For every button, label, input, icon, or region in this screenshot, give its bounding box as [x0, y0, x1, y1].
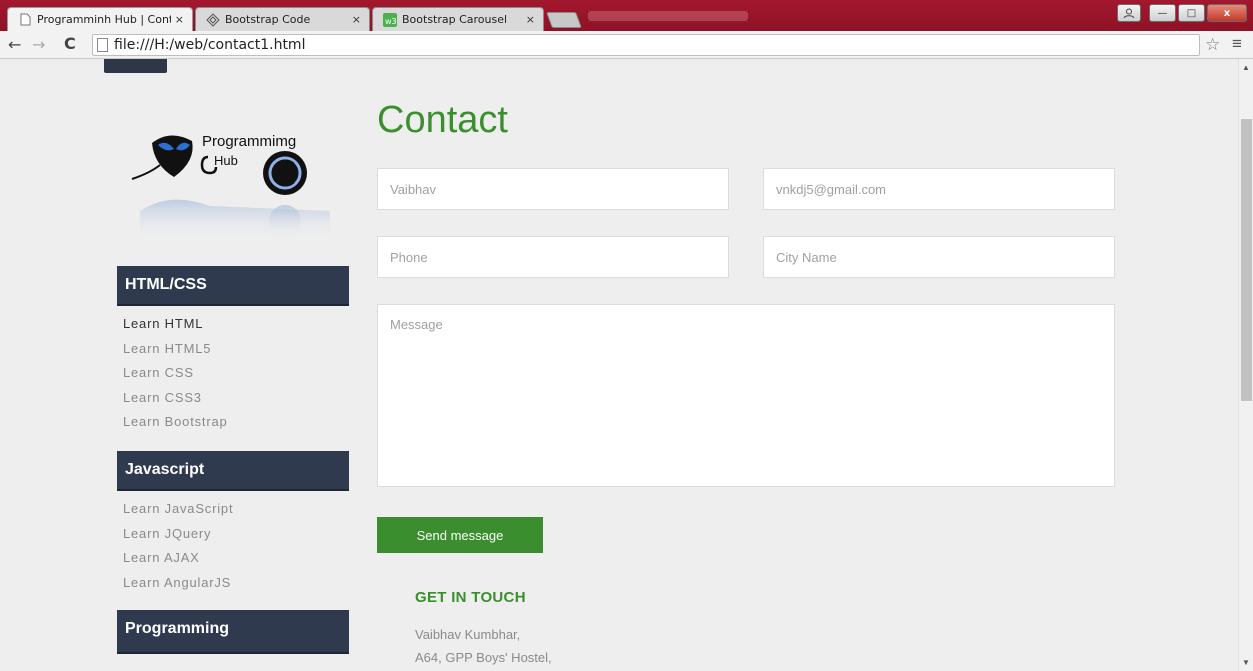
- bookmark-star-icon[interactable]: ☆: [1205, 35, 1220, 55]
- get-in-touch-heading: GET IN TOUCH: [415, 589, 526, 606]
- tab-close-icon[interactable]: ×: [175, 13, 184, 26]
- window-controls: — □ x: [1117, 4, 1247, 22]
- tab-bootstrap-code[interactable]: Bootstrap Code ×: [195, 7, 370, 31]
- page-viewport: Programmimg Hub HTML/CSS Learn HTML Lear…: [0, 59, 1238, 671]
- sidebar-heading-html-css: HTML/CSS: [117, 266, 349, 306]
- sidebar-list-html-css: Learn HTML Learn HTML5 Learn CSS Learn C…: [123, 316, 343, 439]
- name-field[interactable]: [377, 168, 729, 210]
- sidebar-item-learn-javascript[interactable]: Learn JavaScript: [123, 501, 343, 526]
- minimize-button[interactable]: —: [1149, 4, 1176, 22]
- close-window-button[interactable]: x: [1207, 4, 1247, 22]
- email-field[interactable]: [763, 168, 1115, 210]
- phone-field[interactable]: [377, 236, 729, 278]
- sidebar-item-learn-html[interactable]: Learn HTML: [123, 316, 343, 341]
- w3-icon: w3: [383, 12, 397, 27]
- page-title: Contact: [377, 99, 508, 141]
- sidebar-item-learn-css[interactable]: Learn CSS: [123, 365, 343, 390]
- sidebar-item-learn-angularjs[interactable]: Learn AngularJS: [123, 575, 343, 600]
- page-scrollbar[interactable]: ▲ ▼: [1238, 59, 1253, 671]
- tab-contact[interactable]: Programminh Hub | Conta ×: [7, 7, 193, 31]
- browser-tabstrip: Programminh Hub | Conta × Bootstrap Code…: [0, 0, 1253, 31]
- sidebar-item-learn-css3[interactable]: Learn CSS3: [123, 390, 343, 415]
- reload-icon[interactable]: C: [64, 34, 76, 53]
- tab-close-icon[interactable]: ×: [526, 13, 535, 26]
- address-line: Vaibhav Kumbhar,: [415, 627, 521, 642]
- sidebar-list-javascript: Learn JavaScript Learn JQuery Learn AJAX…: [123, 501, 343, 599]
- tab-bootstrap-carousel[interactable]: w3 Bootstrap Carousel ×: [372, 7, 544, 31]
- sidebar-item-learn-jquery[interactable]: Learn JQuery: [123, 526, 343, 551]
- message-field[interactable]: [377, 304, 1115, 487]
- back-arrow-icon[interactable]: ←: [8, 35, 21, 54]
- browser-toolbar: ← → C file:///H:/web/contact1.html ☆ ≡: [0, 31, 1253, 59]
- url-text: file:///H:/web/contact1.html: [114, 37, 306, 53]
- svg-text:w3: w3: [385, 17, 397, 26]
- programming-hub-logo[interactable]: Programmimg Hub: [130, 121, 340, 241]
- sidebar-item-learn-html5[interactable]: Learn HTML5: [123, 341, 343, 366]
- sidebar-heading-programming: Programming: [117, 610, 349, 654]
- new-tab-button[interactable]: [546, 12, 582, 28]
- send-message-button[interactable]: Send message: [377, 517, 543, 553]
- sidebar-item-learn-bootstrap[interactable]: Learn Bootstrap: [123, 414, 343, 439]
- tab-label: Programminh Hub | Conta: [37, 13, 171, 26]
- menu-icon[interactable]: ≡: [1232, 34, 1242, 54]
- sidebar-heading-javascript: Javascript: [117, 451, 349, 491]
- window-title: [588, 11, 748, 21]
- scroll-up-icon[interactable]: ▲: [1242, 63, 1250, 72]
- address-line: A64, GPP Boys' Hostel,: [415, 650, 552, 665]
- logo-text: Hub: [214, 153, 238, 168]
- city-field[interactable]: [763, 236, 1115, 278]
- page-icon: [97, 38, 108, 52]
- maximize-button[interactable]: □: [1178, 4, 1205, 22]
- scroll-thumb[interactable]: [1241, 119, 1252, 401]
- user-profile-icon[interactable]: [1117, 4, 1141, 22]
- forward-arrow-icon[interactable]: →: [32, 35, 45, 54]
- top-nav-tab[interactable]: [104, 59, 167, 73]
- page-icon: [18, 13, 32, 27]
- bootstrap-code-icon: [206, 12, 220, 27]
- tab-close-icon[interactable]: ×: [352, 13, 361, 26]
- address-bar[interactable]: file:///H:/web/contact1.html: [92, 34, 1200, 56]
- tab-label: Bootstrap Code: [225, 13, 311, 26]
- logo-text: Programmimg: [202, 133, 296, 150]
- scroll-down-icon[interactable]: ▼: [1242, 658, 1250, 667]
- tab-label: Bootstrap Carousel: [402, 13, 508, 26]
- sidebar-item-learn-ajax[interactable]: Learn AJAX: [123, 550, 343, 575]
